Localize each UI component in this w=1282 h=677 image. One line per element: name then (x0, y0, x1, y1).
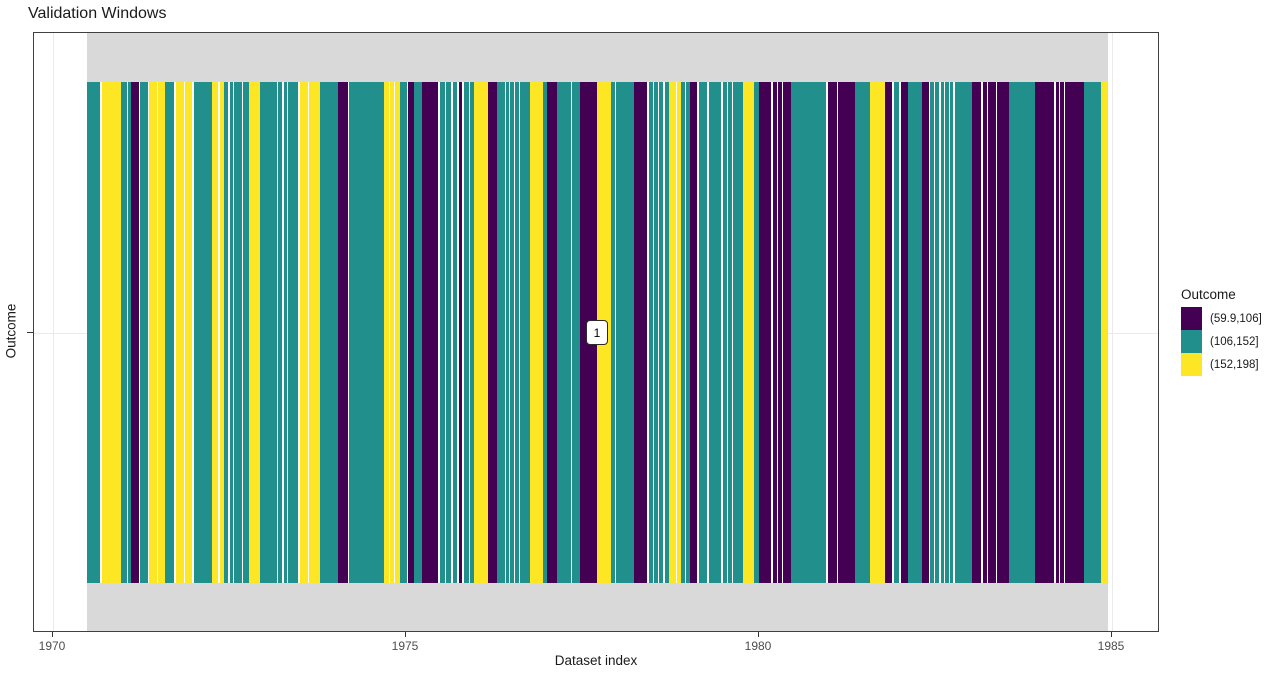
legend-entry: (106,152] (1181, 330, 1262, 353)
outcome-stripe-t (194, 82, 212, 583)
x-axis-tick-label: 1975 (392, 639, 419, 653)
x-axis-tick (52, 632, 53, 637)
outcome-stripe-p (547, 82, 557, 583)
outcome-stripe-p (488, 82, 497, 583)
outcome-stripe-t (87, 82, 100, 583)
outcome-stripe-t (572, 82, 580, 583)
legend-entry-label: (106,152] (1210, 336, 1259, 348)
outcome-stripe-t (320, 82, 338, 583)
outcome-stripe-t (414, 82, 422, 583)
x-axis-tick (1111, 632, 1112, 637)
outcome-stripe-y (309, 82, 320, 583)
outcome-stripe-p (783, 82, 791, 583)
outcome-stripe-y (102, 82, 121, 583)
x-axis-tick-label: 1985 (1098, 639, 1125, 653)
outcome-stripe-t (709, 82, 721, 583)
outcome-stripe-y (176, 82, 184, 583)
outcome-stripe-t (616, 82, 634, 583)
outcome-stripe-p (131, 82, 139, 583)
legend: Outcome (59.9,106] (106,152] (152,198] (1181, 287, 1262, 376)
window-annotation-label: 1 (586, 320, 608, 345)
outcome-stripe-t (791, 82, 826, 583)
outcome-stripe-y (149, 82, 157, 583)
outcome-stripe-p (759, 82, 771, 583)
outcome-stripe-t (855, 82, 870, 583)
outcome-stripe-t (557, 82, 571, 583)
legend-entry-label: (152,198] (1210, 359, 1259, 371)
outcome-stripe-y (474, 82, 488, 583)
outcome-stripe-t (288, 82, 298, 583)
gridline-vertical (53, 33, 54, 631)
x-axis-title: Dataset index (33, 653, 1159, 668)
x-axis-tick (758, 632, 759, 637)
outcome-stripe-p (828, 82, 837, 583)
outcome-stripe-p (1065, 82, 1084, 583)
outcome-stripe-p (634, 82, 647, 583)
outcome-stripe-t (1009, 82, 1035, 583)
outcome-stripe-y (1101, 82, 1108, 583)
outcome-stripe-p (690, 82, 697, 583)
x-axis-tick (405, 632, 406, 637)
outcome-stripe-t (260, 82, 277, 583)
outcome-stripe-t (733, 82, 743, 583)
y-axis-title: Outcome (4, 304, 19, 359)
outcome-stripe-t (955, 82, 972, 583)
outcome-stripe-y (743, 82, 754, 583)
outcome-stripe-p (422, 82, 438, 583)
outcome-stripe-p (1035, 82, 1054, 583)
outcome-stripe-p (885, 82, 892, 583)
plot-title: Validation Windows (28, 5, 166, 23)
outcome-stripe-y (870, 82, 885, 583)
outcome-stripe-y (530, 82, 543, 583)
legend-entry: (152,198] (1181, 353, 1262, 376)
outcome-stripe-p (922, 82, 929, 583)
outcome-stripe-t (699, 82, 707, 583)
outcome-stripe-t (234, 82, 242, 583)
outcome-stripe-t (908, 82, 922, 583)
outcome-stripe-y (300, 82, 308, 583)
outcome-stripe-t (497, 82, 505, 583)
outcome-stripe-p (901, 82, 908, 583)
outcome-stripe-t (165, 82, 174, 583)
outcome-stripe-t (400, 82, 407, 583)
outcome-stripe-y (669, 82, 676, 583)
outcome-stripe-p (997, 82, 1009, 583)
outcome-stripe-y (185, 82, 192, 583)
legend-title: Outcome (1181, 287, 1262, 302)
y-axis-tick (27, 332, 33, 333)
legend-entry-label: (59.9,106] (1210, 313, 1262, 325)
outcome-stripe-t (520, 82, 530, 583)
outcome-stripe-p (838, 82, 855, 583)
outcome-stripe-p (972, 82, 981, 583)
outcome-stripe-p (988, 82, 996, 583)
gridline-vertical (1112, 33, 1113, 631)
legend-entry: (59.9,106] (1181, 307, 1262, 330)
outcome-stripe-y (158, 82, 165, 583)
x-axis-tick-label: 1970 (39, 639, 66, 653)
legend-swatch-yellow (1181, 353, 1202, 376)
legend-entries: (59.9,106] (106,152] (152,198] (1181, 307, 1262, 376)
outcome-stripe-t (349, 82, 384, 583)
x-axis-tick-label: 1980 (745, 639, 772, 653)
legend-swatch-purple (1181, 307, 1202, 330)
outcome-stripe-t (140, 82, 148, 583)
outcome-stripe-p (338, 82, 348, 583)
outcome-stripe-y (249, 82, 260, 583)
outcome-stripe-t (1084, 82, 1101, 583)
legend-swatch-teal (1181, 330, 1202, 353)
plot-panel: 1 (33, 32, 1159, 632)
